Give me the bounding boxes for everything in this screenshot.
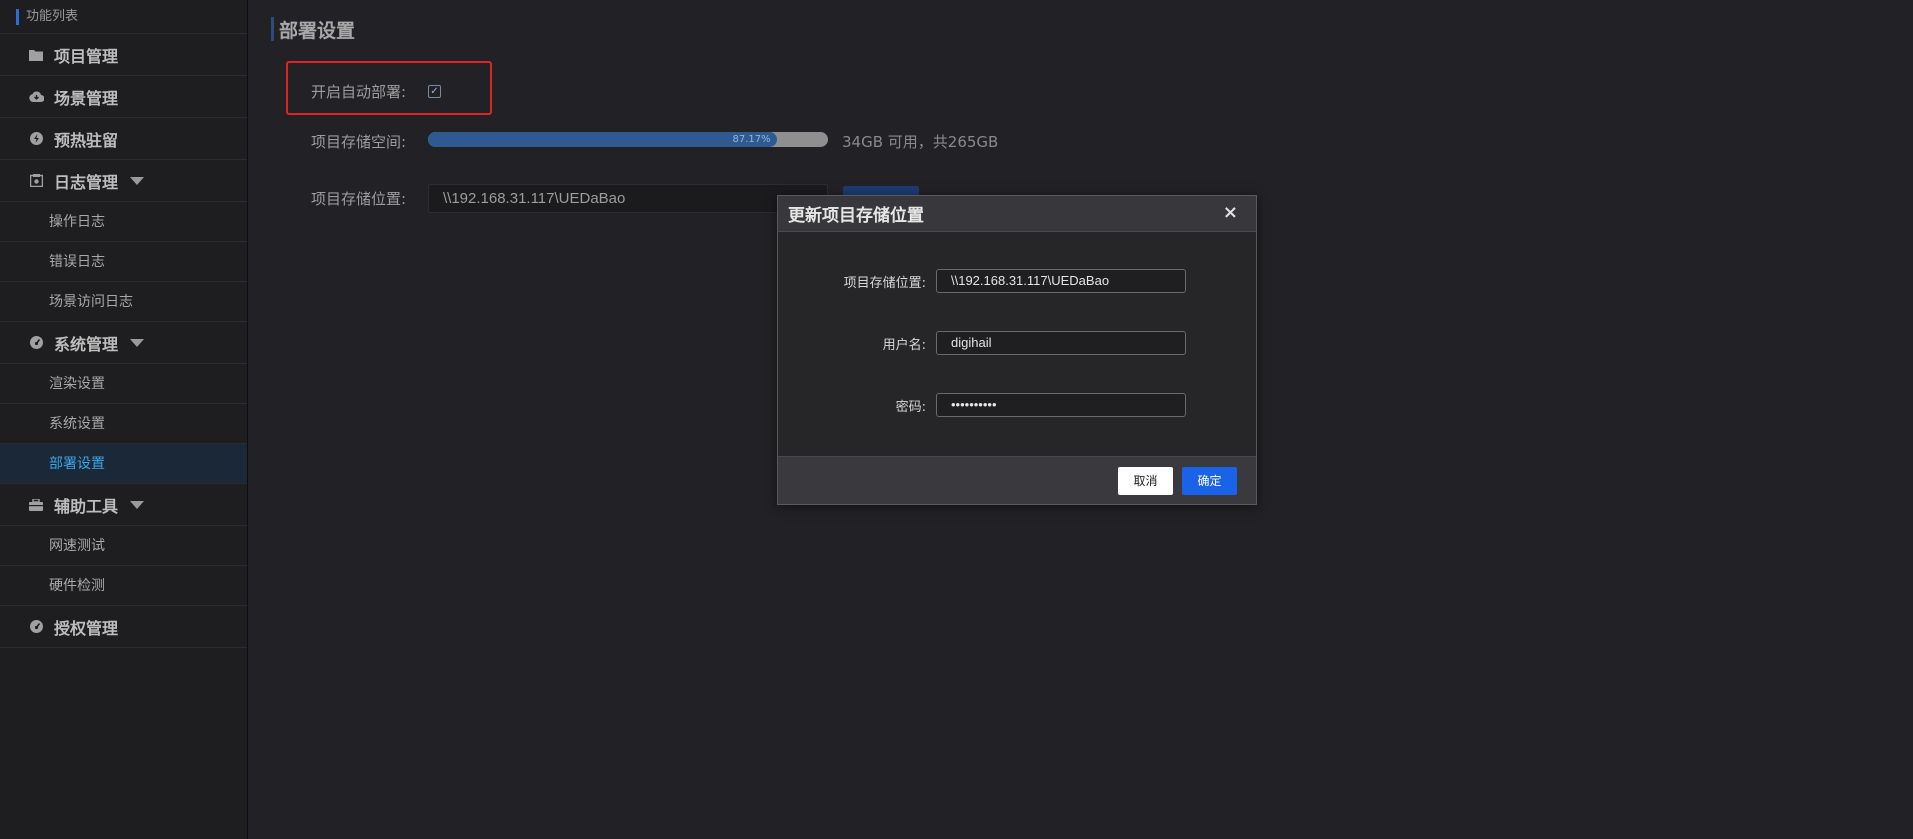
storage-available-text: 34GB 可用，共265GB [842, 133, 999, 151]
dialog-footer: 取消 确定 [778, 456, 1256, 504]
license-icon [28, 619, 44, 635]
sidebar-title: 功能列表 [0, 0, 247, 34]
chevron-down-icon [130, 338, 145, 347]
chevron-down-icon [130, 176, 145, 185]
sidebar-item-error-log[interactable]: 错误日志 [0, 242, 247, 282]
form-row-password: 密码: •••••••••• [778, 393, 1256, 417]
sidebar-item-label: 日志管理 [54, 172, 119, 192]
sidebar-item-auxiliary-tools[interactable]: 辅助工具 [0, 484, 247, 526]
folder-icon [28, 47, 44, 63]
sidebar-item-label: 授权管理 [54, 618, 119, 638]
username-field-label: 用户名: [882, 337, 926, 353]
storage-location-label: 项目存储位置: [311, 190, 407, 208]
auto-deploy-checkbox[interactable]: ✓ [428, 85, 441, 98]
sidebar: 功能列表 项目管理 场景管理 预热驻留 日志管理 操作日志 错误日志 场景访问日… [0, 0, 248, 839]
cloud-icon [28, 89, 44, 105]
password-field-label: 密码: [895, 399, 926, 415]
password-field[interactable]: •••••••••• [936, 393, 1186, 417]
bolt-icon [28, 131, 44, 147]
storage-space-label: 项目存储空间: [311, 133, 407, 151]
auto-deploy-label: 开启自动部署: [311, 83, 407, 101]
sidebar-item-label: 预热驻留 [54, 130, 119, 150]
form-row-location: 项目存储位置: \\192.168.31.117\UEDaBao [778, 269, 1256, 293]
cancel-button[interactable]: 取消 [1118, 467, 1173, 495]
username-field[interactable]: digihail [936, 331, 1186, 355]
sidebar-item-deploy-settings[interactable]: 部署设置 [0, 444, 247, 484]
update-storage-dialog: 更新项目存储位置 × 项目存储位置: \\192.168.31.117\UEDa… [777, 195, 1257, 505]
form-row-username: 用户名: digihail [778, 331, 1256, 355]
sidebar-item-prewarm[interactable]: 预热驻留 [0, 118, 247, 160]
dialog-title: 更新项目存储位置 [788, 206, 924, 226]
location-field[interactable]: \\192.168.31.117\UEDaBao [936, 269, 1186, 293]
close-icon[interactable]: × [1223, 203, 1238, 223]
chevron-down-icon [130, 500, 145, 509]
sidebar-item-log-management[interactable]: 日志管理 [0, 160, 247, 202]
sidebar-item-system-management[interactable]: 系统管理 [0, 322, 247, 364]
sidebar-item-scene-access-log[interactable]: 场景访问日志 [0, 282, 247, 322]
log-icon [28, 173, 44, 189]
dialog-header: 更新项目存储位置 × [778, 196, 1256, 232]
confirm-button[interactable]: 确定 [1182, 467, 1237, 495]
sidebar-item-project-management[interactable]: 项目管理 [0, 34, 247, 76]
sidebar-item-speed-test[interactable]: 网速测试 [0, 526, 247, 566]
storage-location-input[interactable]: \\192.168.31.117\UEDaBao [428, 184, 828, 213]
toolbox-icon [28, 497, 44, 513]
location-field-label: 项目存储位置: [843, 275, 926, 291]
page-title: 部署设置 [271, 16, 355, 43]
sidebar-item-label: 辅助工具 [54, 496, 119, 516]
storage-progress-text: 87.17% [732, 134, 771, 145]
sidebar-item-label: 系统管理 [54, 334, 119, 354]
sidebar-item-label: 场景管理 [54, 88, 119, 108]
check-icon: ✓ [430, 85, 439, 97]
sidebar-item-label: 项目管理 [54, 46, 119, 66]
storage-progress-bar: 87.17% [428, 132, 828, 147]
sidebar-item-scene-management[interactable]: 场景管理 [0, 76, 247, 118]
sidebar-item-system-settings[interactable]: 系统设置 [0, 404, 247, 444]
sidebar-item-license-management[interactable]: 授权管理 [0, 606, 247, 648]
gauge-icon [28, 335, 44, 351]
storage-progress-fill: 87.17% [428, 132, 777, 147]
sidebar-item-render-settings[interactable]: 渲染设置 [0, 364, 247, 404]
sidebar-item-hardware-check[interactable]: 硬件检测 [0, 566, 247, 606]
sidebar-item-operation-log[interactable]: 操作日志 [0, 202, 247, 242]
